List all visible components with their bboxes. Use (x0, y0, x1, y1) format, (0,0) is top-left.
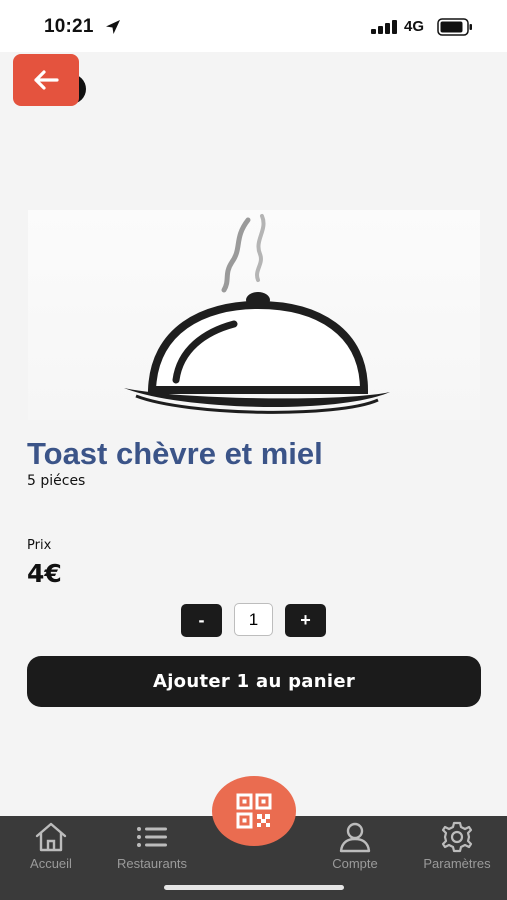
tab-label-settings: Paramètres (423, 856, 491, 871)
tab-label-home: Accueil (30, 856, 72, 871)
price-label: Prix (27, 538, 52, 553)
add-to-cart-button[interactable]: Ajouter 1 au panier (27, 656, 481, 707)
product-description: 5 piéces (27, 473, 86, 489)
battery-icon (437, 18, 472, 36)
quantity-decrease-button[interactable]: - (181, 604, 222, 637)
tab-label-account: Compte (332, 856, 378, 871)
location-arrow-icon (106, 20, 120, 34)
qr-scan-button[interactable] (212, 776, 296, 846)
signal-icon (371, 20, 397, 34)
product-name: Toast chèvre et miel (27, 436, 323, 471)
tab-account[interactable]: Compte (320, 816, 390, 876)
gear-icon (441, 821, 473, 853)
status-time: 10:21 (44, 16, 94, 37)
home-icon (35, 822, 67, 852)
product-image (28, 210, 480, 420)
qr-code-icon (236, 793, 272, 829)
network-type: 4G (404, 18, 425, 35)
back-button[interactable] (13, 54, 79, 106)
user-icon (339, 822, 371, 853)
list-icon (137, 827, 167, 847)
tab-restaurants[interactable]: Restaurants (103, 816, 201, 876)
quantity-increase-button[interactable]: + (285, 604, 326, 637)
arrow-left-icon (34, 70, 59, 90)
tab-label-restaurants: Restaurants (116, 856, 188, 871)
cloche-icon (124, 214, 390, 414)
price-value: 4€ (27, 559, 62, 588)
status-bar: 10:21 4G (0, 0, 507, 52)
quantity-input[interactable] (234, 603, 273, 636)
tab-settings[interactable]: Paramètres (410, 816, 504, 876)
tab-home[interactable]: Accueil (18, 816, 84, 876)
home-indicator (164, 885, 344, 890)
